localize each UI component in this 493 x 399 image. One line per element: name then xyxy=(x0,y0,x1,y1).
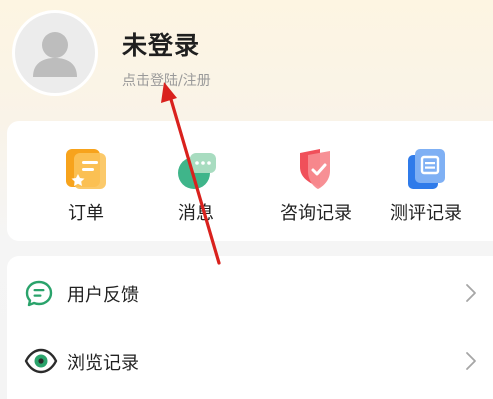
eye-icon xyxy=(24,347,58,375)
chevron-right-icon xyxy=(466,352,476,370)
login-register-link[interactable]: 点击登陆/注册 xyxy=(122,70,211,90)
profile-screen: 未登录 点击登陆/注册 订单 消息 咨询记录 测评记录 用户反馈 浏览记录 xyxy=(0,0,493,399)
quick-action-assessment-records[interactable]: 测评记录 xyxy=(371,147,481,227)
feedback-icon xyxy=(24,279,58,307)
quick-actions-card: 订单 消息 咨询记录 测评记录 xyxy=(7,121,493,241)
menu-item-feedback[interactable]: 用户反馈 xyxy=(7,259,493,325)
quick-action-label: 咨询记录 xyxy=(280,203,352,224)
quick-action-consult-records[interactable]: 咨询记录 xyxy=(261,147,371,227)
default-user-avatar-icon xyxy=(33,32,77,77)
message-icon xyxy=(174,147,218,191)
quick-action-orders[interactable]: 订单 xyxy=(31,147,141,227)
menu-item-browse-history[interactable]: 浏览记录 xyxy=(7,327,493,393)
avatar[interactable] xyxy=(12,10,98,96)
menu-item-label: 浏览记录 xyxy=(67,353,139,374)
chevron-right-icon xyxy=(466,284,476,302)
quick-action-label: 测评记录 xyxy=(390,203,462,224)
profile-header: 未登录 点击登陆/注册 xyxy=(12,10,482,100)
quick-action-label: 消息 xyxy=(178,203,214,224)
quick-action-label: 订单 xyxy=(68,203,104,224)
assessment-record-icon xyxy=(404,147,448,191)
login-status-title[interactable]: 未登录 xyxy=(122,26,200,62)
consult-record-icon xyxy=(294,147,338,191)
menu-list-card: 用户反馈 浏览记录 xyxy=(7,256,493,399)
order-icon xyxy=(64,147,108,191)
quick-action-messages[interactable]: 消息 xyxy=(141,147,251,227)
menu-item-label: 用户反馈 xyxy=(67,285,139,306)
